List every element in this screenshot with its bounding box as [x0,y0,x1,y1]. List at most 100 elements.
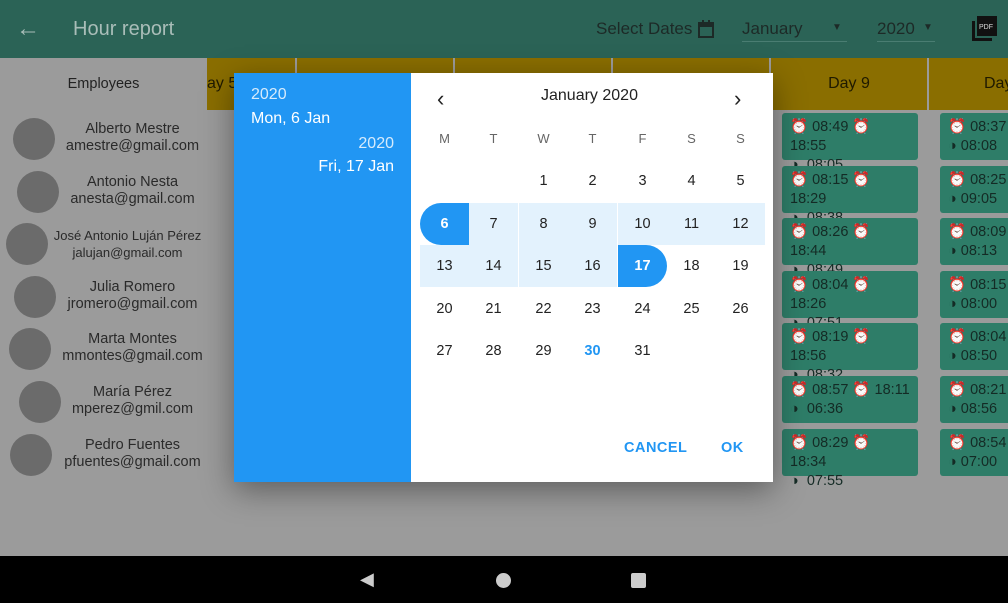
total-hours: 08:50 [960,348,998,365]
day-cell[interactable]: 25 [667,288,716,330]
day-cell[interactable]: 31 [618,330,667,372]
day-cell[interactable]: 17 [618,245,667,287]
day-cell[interactable]: 10 [618,202,667,245]
employee-row[interactable]: Pedro Fuentes pfuentes@gmail.com [0,429,207,481]
total-hours: 07:55 [806,472,844,489]
day-cell[interactable]: 29 [519,330,568,372]
day-cell[interactable]: 27 [420,330,469,372]
month-dropdown[interactable]: January ▼ [742,16,847,42]
time-lapse-icon: ◑ [948,190,957,207]
check-in-time: 08:26 [812,224,849,241]
previous-month-icon[interactable]: ‹ [437,86,444,112]
alarm-icon: ⏰ [948,382,967,398]
start-year[interactable]: 2020 [251,86,287,104]
alarm-icon: ⏰ [790,329,809,346]
day-cell[interactable]: 18 [667,245,716,287]
day-cell[interactable]: 20 [420,288,469,330]
home-nav-icon[interactable] [496,573,511,588]
employee-email: anesta@gmail.com [70,190,195,207]
day-cell[interactable]: 9 [568,202,617,245]
check-in-time: 08:15 [812,171,849,188]
hours-card[interactable]: ⏰ 08:09 ◑ 08:13 [940,218,1008,266]
check-in-time: 08:04 [812,276,849,293]
weekday-label: F [638,130,647,146]
day-cell[interactable]: 21 [469,288,518,330]
hours-card[interactable]: ⏰ 08:57 ⏰ 18:11 ◑ 06:36 [782,376,918,423]
cancel-button[interactable]: CANCEL [624,440,687,456]
day-cell[interactable]: 11 [667,202,716,245]
day-cell[interactable]: 30 [568,330,617,372]
weekday-label: W [537,130,550,146]
employee-email: amestre@gmail.com [65,138,200,154]
day-cell[interactable]: 15 [519,245,568,287]
hours-card[interactable]: ⏰ 08:15 ◑ 08:00 [940,270,1008,318]
day-cell[interactable]: 2 [568,160,617,202]
alarm-icon: ⏰ [948,119,967,135]
hours-card[interactable]: ⏰ 08:21 ◑ 08:56 [940,376,1008,423]
hours-card[interactable]: ⏰ 08:25 ◑ 09:05 [940,165,1008,213]
check-in-time: 08:57 [812,382,849,398]
hours-card[interactable]: ⏰ 08:49 ⏰ 18:55 ◑ 08:05 [782,113,918,173]
alarm-icon: ⏰ [790,434,809,451]
day-cell[interactable]: 1 [519,160,568,202]
hours-card[interactable]: ⏰ 08:04 ◑ 08:50 [940,323,1008,371]
hours-card[interactable]: ⏰ 08:29 ⏰ 18:34 ◑ 07:55 [782,428,918,489]
ok-button[interactable]: OK [721,440,744,456]
hours-card[interactable]: ⏰ 08:19 ⏰ 18:56 ◑ 08:32 [782,323,918,383]
back-nav-icon[interactable]: ◀ [360,569,374,590]
day-cell[interactable]: 12 [716,202,765,245]
select-dates-button[interactable]: Select Dates [596,19,692,39]
check-out-time: 18:55 [790,138,827,154]
day-cell[interactable]: 22 [519,288,568,330]
back-arrow-icon[interactable]: ← [16,15,40,43]
alarm-icon: ⏰ [790,119,809,135]
total-hours: 08:13 [960,243,998,260]
day-cell[interactable]: 19 [716,245,765,287]
hours-card[interactable]: ⏰ 08:26 ⏰ 18:44 ◑ 08:49 [782,218,918,278]
calendar-icon[interactable] [697,20,715,39]
day-cell[interactable]: 5 [716,160,765,202]
day-cell[interactable]: 6 [420,202,469,245]
recents-nav-icon[interactable] [631,573,646,588]
avatar [13,118,55,160]
hours-card[interactable]: ⏰ 08:04 ⏰ 18:26 ◑ 07:51 [782,270,918,331]
hours-card[interactable]: ⏰ 08:54 ◑ 07:00 [940,428,1008,476]
hours-card[interactable]: ⏰ 08:37 ◑ 08:08 [940,113,1008,160]
hours-card[interactable]: ⏰ 08:15 ⏰ 18:29 ◑ 08:38 [782,165,918,226]
employee-row[interactable]: Antonio Nesta anesta@gmail.com [0,166,207,218]
employee-row[interactable]: María Pérez mperez@gmil.com [0,376,207,428]
day-cell[interactable]: 3 [618,160,667,202]
day-cell[interactable]: 16 [568,245,617,287]
day-cell[interactable]: 26 [716,288,765,330]
day5-label: ay 5 [207,75,238,92]
picker-header: 2020 Mon, 6 Jan 2020 Fri, 17 Jan [234,73,411,482]
employee-row[interactable]: Julia Romero jromero@gmail.com [0,271,207,323]
day-cell[interactable]: 14 [469,245,518,287]
pdf-icon[interactable]: PDF [970,15,998,43]
end-year[interactable]: 2020 [358,135,394,153]
time-lapse-icon: ◑ [948,138,957,154]
year-dropdown[interactable]: 2020 ▼ [877,16,935,42]
day-cell[interactable]: 4 [667,160,716,202]
end-date[interactable]: Fri, 17 Jan [318,158,394,176]
alarm-icon: ⏰ [948,224,967,241]
day-cell[interactable]: 23 [568,288,617,330]
year-value: 2020 [877,19,915,38]
day-cell[interactable]: 13 [420,245,469,287]
check-in-time: 08:04 [970,329,1007,346]
alarm-off-icon: ⏰ [852,329,871,346]
start-date[interactable]: Mon, 6 Jan [251,110,330,128]
day-cell[interactable]: 7 [469,202,518,245]
employee-row[interactable]: José Antonio Luján Pérez jalujan@gmail.co… [0,218,207,270]
alarm-icon: ⏰ [790,276,809,293]
day-cell[interactable]: 8 [519,202,568,245]
day-cell[interactable]: 28 [469,330,518,372]
employee-name: Pedro Fuentes [84,436,181,453]
day-cell[interactable]: 24 [618,288,667,330]
weekday-label: S [687,130,696,146]
employee-name: Antonio Nesta [86,173,179,190]
next-month-icon[interactable]: › [734,86,741,112]
employee-row[interactable]: Alberto Mestre amestre@gmail.com [0,113,207,165]
check-in-time: 08:29 [812,434,849,451]
employee-row[interactable]: Marta Montes mmontes@gmail.com [0,323,207,375]
